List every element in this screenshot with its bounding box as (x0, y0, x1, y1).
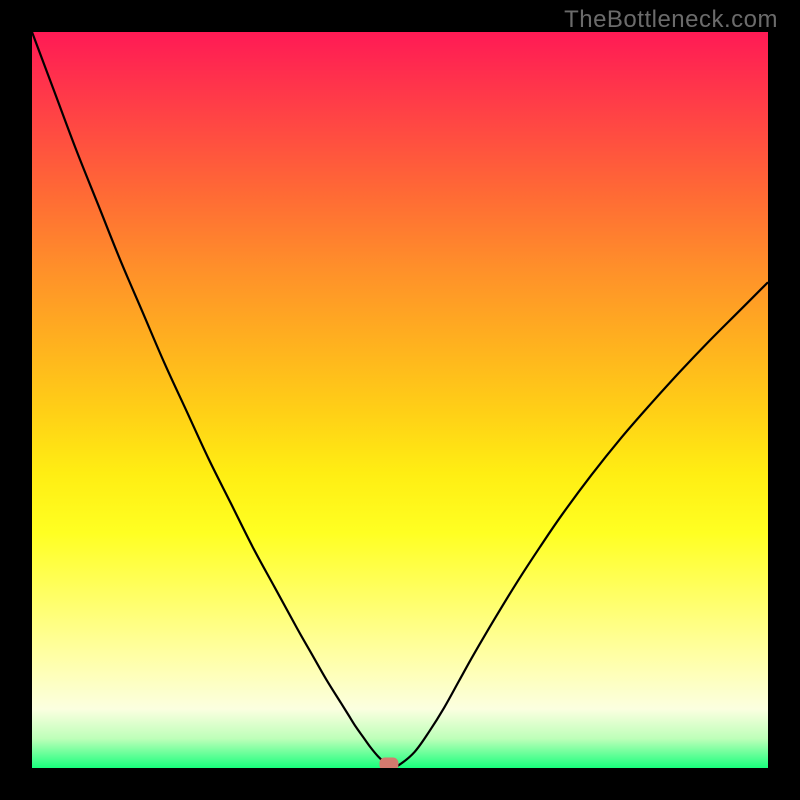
chart-frame: TheBottleneck.com (0, 0, 800, 800)
bottleneck-curve (32, 32, 768, 767)
plot-svg (32, 32, 768, 768)
optimum-marker (380, 758, 398, 768)
watermark-text: TheBottleneck.com (564, 6, 778, 34)
